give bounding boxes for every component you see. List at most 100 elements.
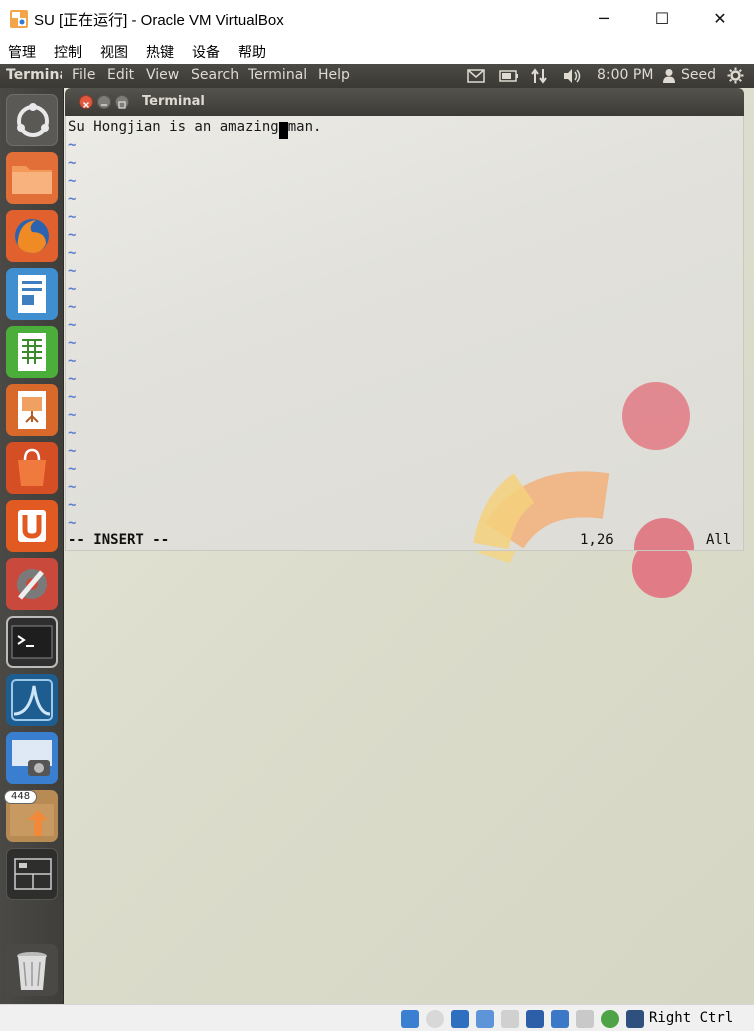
cursor-position: 1,26 [580, 532, 614, 548]
document-icon [18, 275, 46, 313]
tilde-line: ~ [68, 317, 77, 333]
cpu-icon[interactable] [576, 1010, 594, 1028]
guest-menu-search[interactable]: Search [191, 67, 239, 83]
guest-menu-edit[interactable]: Edit [107, 67, 134, 83]
ubuntu-logo-icon [17, 103, 49, 137]
menu-devices[interactable]: 设备 [192, 42, 220, 62]
launcher-impress-button[interactable] [6, 384, 58, 436]
tilde-line: ~ [68, 191, 77, 207]
network-adapter-icon[interactable] [551, 1010, 569, 1028]
tilde-line: ~ [68, 371, 77, 387]
terminal-minimize-button[interactable] [97, 95, 111, 109]
user-name[interactable]: Seed [681, 67, 716, 83]
vim-editor[interactable]: Su Hongjian is an amazing man. ~ ~ ~ ~ ~ ~ ~ ~ ~… [65, 116, 744, 551]
terminal-title-bar[interactable]: Terminal [65, 88, 744, 116]
tilde-line: ~ [68, 209, 77, 225]
launcher-ubuntu-one-button[interactable] [6, 500, 58, 552]
usb-icon[interactable] [476, 1010, 494, 1028]
launcher-trash-button[interactable] [6, 944, 58, 996]
text-before-cursor: Su Hongjian is an amazing [68, 119, 279, 135]
audio-icon[interactable] [451, 1010, 469, 1028]
guest-menu-file[interactable]: File [72, 67, 95, 83]
text-cursor [278, 122, 288, 139]
spreadsheet-icon [18, 333, 46, 371]
volume-icon[interactable] [562, 68, 582, 84]
mouse-integration-icon[interactable] [601, 1010, 619, 1028]
ubuntu-one-icon [18, 510, 46, 542]
mail-icon[interactable] [467, 69, 485, 83]
launcher-calc-button[interactable] [6, 326, 58, 378]
workspace-icon [14, 858, 52, 890]
terminal-window[interactable]: Terminal Su Hongjian is an amazing man. … [65, 88, 744, 551]
vim-mode-indicator: -- INSERT -- [68, 532, 170, 548]
tilde-line: ~ [68, 335, 77, 351]
terminal-close-button[interactable] [79, 95, 93, 109]
close-button[interactable]: ✕ [700, 4, 740, 34]
menu-manage[interactable]: 管理 [8, 42, 36, 62]
close-icon [83, 102, 89, 108]
tilde-line: ~ [68, 515, 77, 531]
menu-help[interactable]: 帮助 [238, 42, 266, 62]
gear-icon[interactable] [727, 67, 744, 84]
network-icon[interactable] [530, 68, 548, 84]
host-title-bar[interactable]: SU [正在运行] - Oracle VM VirtualBox ─ ☐ ✕ [0, 0, 754, 38]
tilde-line: ~ [68, 227, 77, 243]
active-app-name: Terminal [6, 67, 62, 83]
launcher-workspace-switcher-button[interactable] [6, 848, 58, 900]
maximize-icon [118, 101, 126, 109]
tilde-line: ~ [68, 299, 77, 315]
launcher-writer-button[interactable] [6, 268, 58, 320]
shopping-bag-icon [18, 448, 46, 486]
menu-hotkey[interactable]: 热键 [146, 42, 174, 62]
launcher-system-settings-button[interactable] [6, 558, 58, 610]
launcher-software-center-button[interactable] [6, 442, 58, 494]
guest-screen[interactable]: Terminal File Edit View Search Terminal … [0, 64, 754, 1004]
scroll-position: All [706, 532, 732, 548]
settings-wrench-icon [17, 569, 47, 600]
editor-text-line[interactable]: Su Hongjian is an amazing man. [68, 119, 321, 139]
clock[interactable]: 8:00 PM [597, 67, 653, 83]
update-badge: 448 [4, 790, 38, 804]
host-key-label: Right Ctrl [649, 1010, 734, 1026]
tilde-line: ~ [68, 425, 77, 441]
tilde-line: ~ [68, 155, 77, 171]
guest-menu-terminal[interactable]: Terminal [248, 67, 307, 83]
launcher-terminal-button[interactable] [6, 616, 58, 668]
keyboard-capture-icon[interactable] [626, 1010, 644, 1028]
guest-menu-help[interactable]: Help [318, 67, 350, 83]
launcher-screenshot-button[interactable] [6, 732, 58, 784]
launcher-firefox-button[interactable] [6, 210, 58, 262]
optical-drive-icon[interactable] [426, 1010, 444, 1028]
launcher-files-button[interactable] [6, 152, 58, 204]
terminal-icon [11, 625, 53, 659]
guest-menu-view[interactable]: View [146, 67, 179, 83]
minimize-icon [101, 104, 107, 106]
tilde-line: ~ [68, 407, 77, 423]
menu-control[interactable]: 控制 [54, 42, 82, 62]
menu-view[interactable]: 视图 [100, 42, 128, 62]
tilde-line: ~ [68, 497, 77, 513]
firefox-icon [15, 219, 49, 253]
maximize-button[interactable]: ☐ [642, 4, 682, 34]
host-status-bar: Right Ctrl [0, 1004, 754, 1031]
virtualbox-window: SU [正在运行] - Oracle VM VirtualBox ─ ☐ ✕ 管… [0, 0, 754, 1031]
storage-icon[interactable] [401, 1010, 419, 1028]
launcher-wireshark-button[interactable] [6, 674, 58, 726]
tilde-line: ~ [68, 479, 77, 495]
tilde-line: ~ [68, 443, 77, 459]
tilde-line: ~ [68, 263, 77, 279]
shared-folder-icon[interactable] [501, 1010, 519, 1028]
tilde-line: ~ [68, 281, 77, 297]
minimize-button[interactable]: ─ [584, 4, 624, 34]
launcher-dash-button[interactable] [6, 94, 58, 146]
battery-icon[interactable] [499, 70, 519, 82]
tilde-line: ~ [68, 137, 77, 153]
folder-icon [12, 166, 52, 194]
host-menu-bar: 管理 控制 视图 热键 设备 帮助 [0, 38, 754, 64]
terminal-maximize-button[interactable] [115, 95, 129, 109]
trash-icon [17, 952, 47, 990]
virtualbox-icon [10, 10, 28, 28]
terminal-title: Terminal [142, 94, 205, 109]
display-icon[interactable] [526, 1010, 544, 1028]
presentation-icon [18, 391, 46, 429]
